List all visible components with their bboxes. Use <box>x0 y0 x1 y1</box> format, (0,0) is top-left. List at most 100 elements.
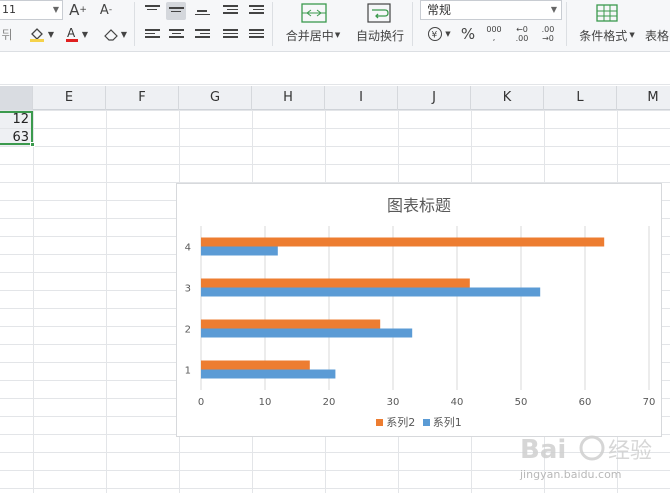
selection-range <box>0 111 33 145</box>
align-left-button[interactable] <box>142 26 162 44</box>
number-format-value: 常规 <box>427 3 452 17</box>
decrease-decimal-button[interactable]: .00 →0 <box>538 24 558 44</box>
bar-series2-cat1 <box>201 360 310 370</box>
number-format-select[interactable]: 常规 ▼ <box>420 0 562 20</box>
align-middle-icon <box>168 5 184 17</box>
ribbon-toolbar: 11 ▼ A + A- 뒤 ▼ A ▼ ▼ 合并居中 ▼ 自动换行 常规 ▼ ¥… <box>0 0 670 52</box>
align-top-button[interactable] <box>142 2 162 20</box>
column-header-row: E F G H I J K L M <box>0 86 670 110</box>
grid-column-line <box>106 110 107 493</box>
bar-series2-cat4 <box>201 237 605 247</box>
y-tick-label: 1 <box>185 366 191 377</box>
table-style-button[interactable]: 表格 <box>645 27 670 43</box>
bar-series2-cat2 <box>201 319 381 329</box>
y-tick-label: 2 <box>185 325 191 336</box>
column-header-l[interactable]: L <box>544 86 617 110</box>
align-right-button[interactable] <box>192 26 212 44</box>
align-left-icon <box>144 29 160 41</box>
chevron-down-icon: ▼ <box>550 5 557 14</box>
table-style-label: 表格 <box>645 28 670 43</box>
toolbar-separator <box>134 2 135 46</box>
svg-text:¥: ¥ <box>432 31 438 41</box>
align-middle-button[interactable] <box>166 2 186 20</box>
column-header-k[interactable]: K <box>471 86 544 110</box>
align-bottom-button[interactable] <box>192 2 212 20</box>
column-header-j[interactable]: J <box>398 86 471 110</box>
fill-bucket-icon <box>29 28 44 42</box>
svg-text:A: A <box>67 26 76 40</box>
grow-font-button[interactable]: A + <box>68 0 88 20</box>
thousands-label: , <box>492 33 496 42</box>
fill-color-button[interactable]: ▼ <box>24 24 58 44</box>
distributed-align-icon <box>248 29 264 41</box>
legend-item-series2: 系列2 <box>376 414 415 430</box>
conditional-format-button[interactable]: 条件格式 ▼ <box>574 27 640 43</box>
merge-center-label: 合并居中 <box>285 28 334 43</box>
legend-swatch <box>376 419 384 426</box>
bar-chart[interactable]: 图表标题 0 10 20 30 40 50 60 70 1 2 3 4 系列2 系列1 <box>176 183 662 437</box>
x-tick-label: 20 <box>323 397 336 408</box>
chart-plot: 0 10 20 30 40 50 60 70 1 2 3 4 <box>185 226 656 408</box>
x-tick-label: 10 <box>259 397 272 408</box>
shrink-font-button[interactable]: A- <box>96 0 116 20</box>
format-painter-icon[interactable]: 뒤 <box>0 24 14 44</box>
x-tick-label: 60 <box>579 397 592 408</box>
currency-icon: ¥ <box>428 27 443 41</box>
column-header-h[interactable]: H <box>252 86 325 110</box>
bar-series1-cat3 <box>201 287 541 297</box>
toolbar-separator <box>272 2 273 46</box>
percent-button[interactable]: % <box>458 24 478 44</box>
x-tick-label: 30 <box>387 397 400 408</box>
table-grid-icon[interactable] <box>594 2 620 24</box>
outdent-icon <box>222 5 238 17</box>
decrease-decimal-icon: .00 <box>541 25 555 34</box>
currency-button[interactable]: ¥ ▼ <box>424 24 454 44</box>
watermark-text: jingyan.baidu.com <box>520 468 622 481</box>
align-center-button[interactable] <box>166 26 186 44</box>
formula-bar-area <box>0 53 670 85</box>
toolbar-separator <box>566 2 567 46</box>
toolbar-separator <box>412 2 413 46</box>
increase-indent-button[interactable] <box>246 2 266 20</box>
wrap-text-icon[interactable] <box>366 2 392 24</box>
svg-text:Bai: Bai <box>520 435 566 465</box>
thousands-button[interactable]: 000, <box>484 24 504 44</box>
x-tick-label: 50 <box>515 397 528 408</box>
wrap-text-label: 自动换行 <box>355 28 404 43</box>
x-tick-label: 70 <box>643 397 656 408</box>
justify-button[interactable] <box>220 26 240 44</box>
wrap-text-button[interactable]: 自动换行 <box>352 27 408 43</box>
chevron-down-icon: ▼ <box>52 5 59 14</box>
column-header-i[interactable]: I <box>325 86 398 110</box>
increase-decimal-button[interactable]: ←0.00 <box>512 24 532 44</box>
column-header-g[interactable]: G <box>179 86 252 110</box>
column-header-d[interactable] <box>0 86 33 110</box>
column-header-e[interactable]: E <box>33 86 106 110</box>
decrease-indent-button[interactable] <box>220 2 240 20</box>
legend-swatch <box>422 419 430 426</box>
merge-center-button[interactable]: 合并居中 ▼ <box>282 27 344 43</box>
align-top-icon <box>144 5 160 17</box>
percent-label: % <box>460 25 476 43</box>
eraser-icon <box>104 29 118 41</box>
align-center-icon <box>168 29 184 41</box>
merge-center-icon[interactable] <box>300 2 328 24</box>
justify-icon <box>222 29 238 41</box>
fill-handle[interactable] <box>30 142 35 147</box>
x-tick-label: 40 <box>451 397 464 408</box>
font-size-select[interactable]: 11 ▼ <box>0 0 63 20</box>
column-header-f[interactable]: F <box>106 86 179 110</box>
y-tick-label: 4 <box>185 243 191 254</box>
x-tick-label: 0 <box>198 397 204 408</box>
font-color-button[interactable]: A ▼ <box>60 24 92 44</box>
distributed-button[interactable] <box>246 26 266 44</box>
column-header-m[interactable]: M <box>617 86 670 110</box>
indent-icon <box>248 5 264 17</box>
bar-series1-cat2 <box>201 328 413 338</box>
increase-decimal-icon: ←0 <box>516 25 528 34</box>
bar-series2-cat3 <box>201 278 470 288</box>
svg-text:经验: 经验 <box>608 439 652 464</box>
grid-column-line <box>33 110 34 493</box>
legend-item-series1: 系列1 <box>422 414 462 430</box>
clear-format-button[interactable]: ▼ <box>100 24 130 44</box>
